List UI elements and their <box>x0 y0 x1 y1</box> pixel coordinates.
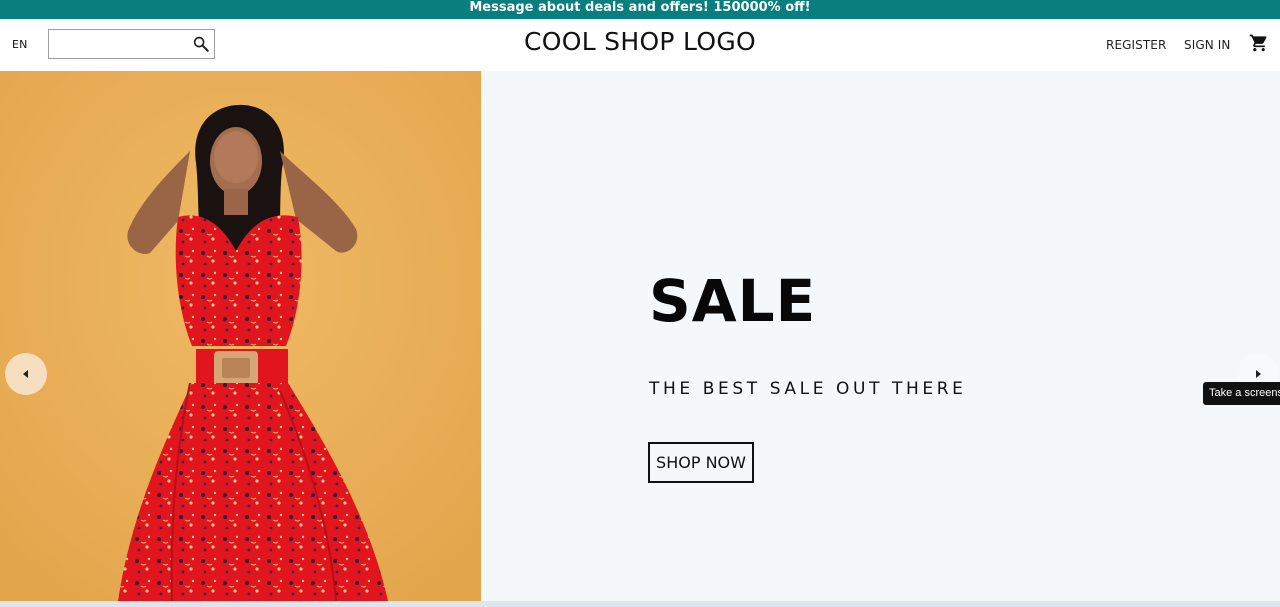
navbar: EN COOL SHOP LOGO REGISTER SIGN IN <box>0 19 1280 71</box>
announcement-bar: Message about deals and offers! 150000% … <box>0 0 1280 19</box>
announcement-text: Message about deals and offers! 150000% … <box>469 0 811 15</box>
chevron-left-icon <box>23 370 28 378</box>
carousel-prev-button[interactable] <box>5 353 47 395</box>
chevron-right-icon <box>1256 370 1261 378</box>
hero-carousel: SALE THE BEST SALE OUT THERE SHOP NOW Ta… <box>0 71 1280 601</box>
cart-icon[interactable] <box>1249 33 1269 53</box>
hero-subtitle: THE BEST SALE OUT THERE <box>649 379 967 399</box>
site-logo[interactable]: COOL SHOP LOGO <box>0 27 1280 56</box>
model-in-red-dress-image <box>0 71 481 601</box>
signin-link[interactable]: SIGN IN <box>1184 38 1230 52</box>
page-divider <box>0 601 1280 607</box>
hero-image <box>0 71 481 601</box>
shop-now-button[interactable]: SHOP NOW <box>648 442 754 483</box>
register-link[interactable]: REGISTER <box>1106 38 1166 52</box>
screenshot-tooltip: Take a screenshot <box>1203 382 1280 405</box>
hero-title: SALE <box>649 267 817 335</box>
